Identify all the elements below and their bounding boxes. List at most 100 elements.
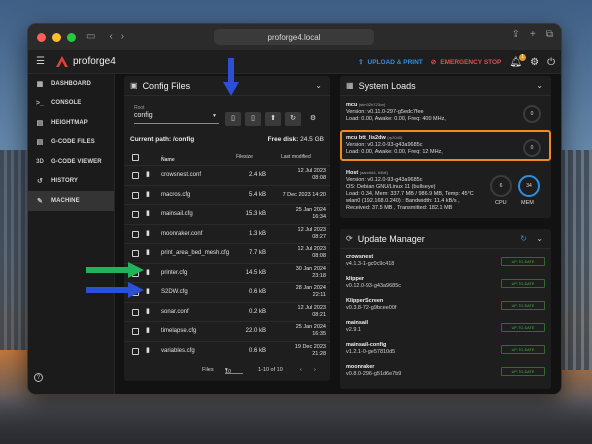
host-tag: (aarch64, 64bit) xyxy=(359,170,388,175)
select-all-checkbox[interactable] xyxy=(132,154,139,161)
file-plus-icon: ▯ xyxy=(251,115,255,122)
next-page-icon[interactable]: › xyxy=(314,367,316,373)
update-manager-header: ⟳ Update Manager ↻ ⌄ xyxy=(340,229,551,249)
up-to-date-badge[interactable]: UP-TO-DATE xyxy=(501,257,545,266)
prev-page-icon[interactable]: ‹ xyxy=(300,367,302,373)
settings-gear-icon[interactable]: ⚙ xyxy=(530,57,539,68)
up-to-date-badge[interactable]: UP-TO-DATE xyxy=(501,367,545,376)
refresh-button[interactable]: ↻ xyxy=(285,112,301,126)
back-icon[interactable]: ‹ xyxy=(109,32,112,42)
col-modified-header[interactable]: Last modified xyxy=(281,154,311,160)
row-checkbox[interactable] xyxy=(132,308,139,316)
file-icon: ▮ xyxy=(146,346,150,354)
address-url: proforge4.local xyxy=(267,32,321,42)
row-checkbox[interactable] xyxy=(132,172,139,179)
up-to-date-badge[interactable]: UP-TO-DATE xyxy=(501,279,545,288)
table-row[interactable]: ▮ S2DW.cfg 0.6 kB 28 Jan 2024 22:11 xyxy=(124,282,330,302)
free-disk: Free disk: 24.5 GB xyxy=(268,136,324,143)
table-row[interactable]: ▮ print_area_bed_mesh.cfg 7.7 kB 12 Jul 202… xyxy=(124,243,330,263)
update-item-name: klipper xyxy=(346,276,365,282)
collapse-chevron-icon[interactable]: ⌄ xyxy=(536,81,543,90)
app-brand: proforge4 xyxy=(73,56,116,67)
up-to-date-badge[interactable]: UP-TO-DATE xyxy=(501,301,545,310)
table-row[interactable]: ▮ macros.cfg 5.4 kB 7 Dec 2023 14:20 xyxy=(124,184,330,205)
row-checkbox[interactable] xyxy=(132,230,139,238)
upload-file-button[interactable]: ⬆ xyxy=(265,112,281,126)
row-checkbox[interactable] xyxy=(132,211,139,218)
upload-print-button[interactable]: ⇧ UPLOAD & PRINT xyxy=(358,58,423,67)
power-icon[interactable]: ⏻ xyxy=(547,57,555,68)
page-size-select[interactable]: 10 ▾ xyxy=(225,367,243,375)
file-time: 21:28 xyxy=(312,350,326,357)
new-file-button[interactable]: ▯ xyxy=(225,112,241,126)
tabs-overview-icon[interactable]: ⧉ xyxy=(546,30,553,40)
file-name: variables.cfg xyxy=(161,347,195,354)
host-version: Version: v0.12.0-93-g43a9685c xyxy=(346,177,423,183)
table-row[interactable]: ▮ timelapse.cfg 22.0 kB 25 Jan 2024 16:35 xyxy=(124,321,330,341)
pager-label: Files xyxy=(202,367,214,373)
up-to-date-badge[interactable]: UP-TO-DATE xyxy=(501,345,545,354)
table-row[interactable]: ▮ crowsnest.conf 2.4 kB 12 Jul 2023 08:08 xyxy=(124,165,330,185)
cpu-gauge: 6 xyxy=(490,175,512,197)
file-icon: ▮ xyxy=(146,210,150,217)
emergency-stop-button[interactable]: ⊘ EMERGENCY STOP xyxy=(431,58,502,67)
file-name: crowsnest.conf xyxy=(161,172,202,178)
help-icon[interactable]: ? xyxy=(34,373,43,382)
share-icon[interactable]: ⇪ xyxy=(512,30,520,40)
file-name: sonar.conf xyxy=(161,308,189,315)
collapse-chevron-icon[interactable]: ⌄ xyxy=(536,234,543,243)
notifications-bell-icon[interactable]: 🔔︎ 1 xyxy=(509,53,527,68)
sidebar-item-console[interactable]: >_ CONSOLE xyxy=(28,94,114,114)
collapse-chevron-icon[interactable]: ⌄ xyxy=(315,81,322,90)
sidebar-item-gcode-viewer[interactable]: 3D G-CODE VIEWER xyxy=(28,152,114,172)
root-select-value: config xyxy=(134,112,153,119)
update-item-name: KlipperScreen xyxy=(346,298,384,304)
root-select[interactable]: config ▼ xyxy=(134,110,219,124)
row-checkbox[interactable] xyxy=(132,328,139,335)
new-tab-icon[interactable]: + xyxy=(530,30,536,40)
mcu-load-gauge: 0 xyxy=(523,105,541,123)
mcu-load: Load: 0.00, Awake: 0.00, Freq: 400 MHz, xyxy=(346,116,446,122)
file-date: 12 Jul 2023 xyxy=(297,226,326,233)
mcu-name: mcu xyxy=(346,102,358,108)
row-checkbox[interactable] xyxy=(132,347,139,355)
address-bar[interactable]: proforge4.local xyxy=(214,29,374,45)
file-name: print_area_bed_mesh.cfg xyxy=(161,250,230,256)
col-size-header[interactable]: Filesize xyxy=(236,154,253,160)
upload-print-label: UPLOAD & PRINT xyxy=(367,58,423,66)
row-checkbox[interactable] xyxy=(132,250,139,257)
refresh-updates-icon[interactable]: ↻ xyxy=(520,234,527,243)
up-to-date-badge[interactable]: UP-TO-DATE xyxy=(501,323,545,332)
file-size: 15.3 kB xyxy=(245,211,266,217)
file-size: 14.5 kB xyxy=(245,269,266,276)
config-files-title: Config Files xyxy=(142,80,191,91)
table-row[interactable]: ▮ mainsail.cfg 15.3 kB 25 Jan 2024 16:34 xyxy=(124,204,330,224)
menu-icon[interactable]: ☰ xyxy=(36,56,46,67)
table-row[interactable]: ▮ printer.cfg 14.5 kB 30 Jan 2024 23:18 xyxy=(124,262,330,283)
file-size: 0.6 kB xyxy=(248,347,266,354)
browser-window: ▭ ‹ › proforge4.local ⇪ + ⧉ ☰ proforge4 … xyxy=(27,23,562,395)
sidebar-item-heightmap[interactable]: ▤ HEIGHTMAP xyxy=(28,113,114,133)
table-row[interactable]: ▮ variables.cfg 0.6 kB 19 Dec 2023 21:28 xyxy=(124,340,330,361)
row-checkbox[interactable] xyxy=(132,191,139,199)
minimize-window-button[interactable] xyxy=(52,32,61,42)
file-modified: 12 Jul 2023 08:27 xyxy=(281,227,326,241)
mem-gauge: 34 xyxy=(518,175,540,197)
table-row[interactable]: ▮ sonar.conf 0.2 kB 12 Jul 2023 08:21 xyxy=(124,301,330,322)
file-size: 1.3 kB xyxy=(248,230,266,237)
sidebar-toggle-icon[interactable]: ▭ xyxy=(86,32,95,42)
file-size: 22.0 kB xyxy=(245,328,266,334)
zoom-window-button[interactable] xyxy=(67,32,76,42)
file-size: 7.7 kB xyxy=(248,250,266,256)
config-settings-button[interactable]: ⚙ xyxy=(305,112,321,126)
upload-file-icon: ⬆ xyxy=(270,115,276,122)
sidebar-item-gcode-files[interactable]: ▤ G-CODE FILES xyxy=(28,133,114,153)
sidebar-item-history[interactable]: ↺ HISTORY xyxy=(28,172,114,192)
close-window-button[interactable] xyxy=(37,32,46,42)
sidebar-item-dashboard[interactable]: ▦ DASHBOARD xyxy=(28,74,114,94)
sidebar-item-machine[interactable]: ✎ MACHINE xyxy=(28,191,114,211)
new-folder-file-button[interactable]: ▯ xyxy=(245,112,261,126)
forward-icon[interactable]: › xyxy=(121,32,124,42)
col-name-header[interactable]: Name ↑ xyxy=(161,154,175,163)
table-row[interactable]: ▮ moonraker.conf 1.3 kB 12 Jul 2023 08:27 xyxy=(124,223,330,244)
